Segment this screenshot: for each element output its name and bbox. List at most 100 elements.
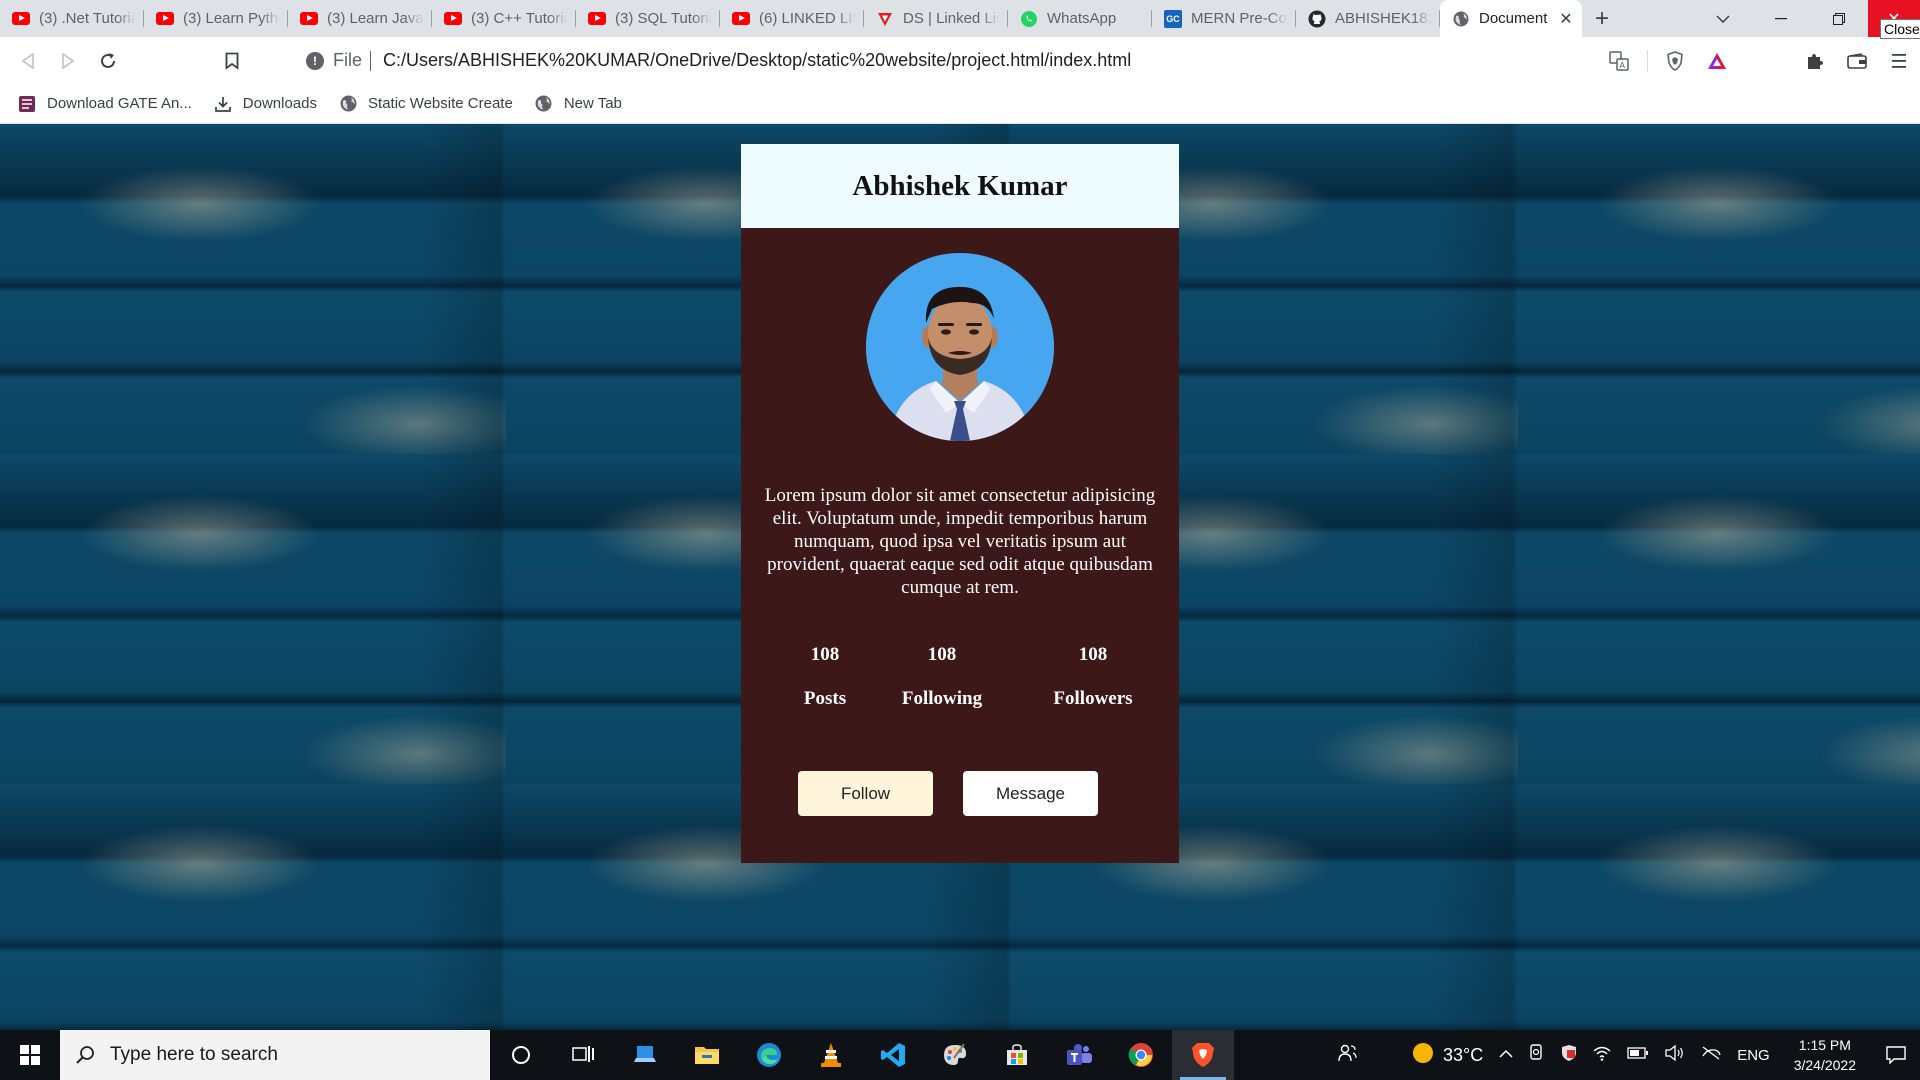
taskbar-app-store[interactable] <box>986 1030 1048 1080</box>
tab[interactable]: (3) C++ Tutoria <box>432 0 576 37</box>
weather-temperature[interactable]: 33°C <box>1443 1045 1491 1066</box>
browser-toolbar: ! File C:/Users/ABHISHEK%20KUMAR/OneDriv… <box>0 37 1920 84</box>
bookmark-page-button[interactable] <box>212 43 252 79</box>
search-icon <box>60 1045 110 1065</box>
bookmark-item[interactable]: Download GATE An... <box>18 95 192 113</box>
network-off-icon[interactable] <box>1693 1045 1729 1065</box>
clock-date: 3/24/2022 <box>1793 1057 1856 1073</box>
close-tab-icon[interactable]: ✕ <box>1558 9 1574 29</box>
shield-icon <box>1667 50 1683 71</box>
taskbar-app-vlc[interactable] <box>800 1030 862 1080</box>
menu-button[interactable] <box>1878 37 1920 84</box>
tab-search-button[interactable] <box>1694 0 1752 37</box>
profile-card-header: Abhishek Kumar <box>741 144 1179 228</box>
whatsapp-icon <box>1020 10 1038 28</box>
battery-icon[interactable] <box>1619 1046 1657 1064</box>
bookmark-label: Downloads <box>242 95 318 112</box>
stat-value: 108 <box>927 644 957 665</box>
profile-photo <box>866 253 1054 441</box>
youtube-icon <box>12 10 30 28</box>
language-indicator[interactable]: ENG <box>1729 1047 1778 1064</box>
extensions-button[interactable] <box>1794 37 1836 84</box>
address-divider <box>370 50 372 71</box>
tab[interactable]: ABHISHEK1810 <box>1296 0 1440 37</box>
address-bar[interactable]: ! File C:/Users/ABHISHEK%20KUMAR/OneDriv… <box>290 41 1600 80</box>
brave-rewards-button[interactable] <box>1696 37 1738 84</box>
cortana-button[interactable] <box>490 1030 552 1080</box>
taskbar-app-file-explorer[interactable] <box>676 1030 738 1080</box>
taskbar-app-paint[interactable] <box>924 1030 986 1080</box>
bookmark-item[interactable]: Downloads <box>214 95 317 113</box>
stat-followers: 108 Followers <box>1018 644 1168 710</box>
notifications-button[interactable] <box>1872 1046 1920 1064</box>
taskbar-app-teams[interactable] <box>1048 1030 1110 1080</box>
message-button[interactable]: Message <box>963 771 1098 816</box>
tab-title: WhatsApp <box>1047 10 1117 27</box>
notification-icon <box>1886 1046 1906 1064</box>
follow-button[interactable]: Follow <box>798 771 933 816</box>
tab[interactable]: WhatsApp <box>1008 0 1152 37</box>
url-text[interactable]: C:/Users/ABHISHEK%20KUMAR/OneDrive/Deskt… <box>383 50 1131 71</box>
taskbar-app-edge[interactable] <box>738 1030 800 1080</box>
people-icon[interactable] <box>1329 1044 1365 1067</box>
tab[interactable]: (3) .Net Tutoria <box>0 0 144 37</box>
tab[interactable]: (6) LINKED LIS <box>720 0 864 37</box>
clock[interactable]: 1:15 PM 3/24/2022 <box>1778 1035 1872 1075</box>
wifi-icon[interactable] <box>1585 1045 1619 1066</box>
chevron-up-icon[interactable] <box>1491 1046 1521 1064</box>
start-button[interactable] <box>0 1030 60 1080</box>
new-tab-button[interactable]: + <box>1582 0 1622 37</box>
tab-title: (3) .Net Tutoria <box>39 10 136 27</box>
bookmark-item[interactable]: Static Website Create <box>339 95 513 113</box>
tab-strip: (3) .Net Tutoria (3) Learn Pytho (3) Lea… <box>0 0 1920 37</box>
taskbar-search[interactable]: Type here to search <box>60 1030 490 1080</box>
paint-palette-icon <box>944 1043 967 1065</box>
weather-sun-icon[interactable] <box>1403 1041 1443 1070</box>
puzzle-icon <box>1808 53 1823 69</box>
laptop-app-icon <box>634 1046 656 1062</box>
bookmark-icon <box>225 52 239 70</box>
translate-button[interactable]: A <box>1598 37 1640 84</box>
store-bag-icon <box>1007 1044 1027 1065</box>
volume-icon[interactable] <box>1657 1044 1693 1066</box>
minimize-button[interactable] <box>1752 0 1810 37</box>
taskbar-app-azure-data[interactable] <box>614 1030 676 1080</box>
tab[interactable]: (3) Learn Java & <box>288 0 432 37</box>
bookmark-label: Download GATE An... <box>47 95 192 112</box>
taskbar-app-brave[interactable] <box>1172 1030 1234 1080</box>
security-shield-icon[interactable] <box>1553 1044 1585 1067</box>
wallet-button[interactable] <box>1836 37 1878 84</box>
windows-taskbar: Type here to search 33°C ENG 1:15 PM 3/2… <box>0 1030 1920 1080</box>
bookmark-item[interactable]: New Tab <box>535 95 622 113</box>
brave-lion-icon <box>1192 1043 1214 1067</box>
youtube-icon <box>588 10 606 28</box>
tab[interactable]: (3) Learn Pytho <box>144 0 288 37</box>
tab-active-document[interactable]: Document ✕ <box>1440 0 1582 37</box>
restore-button[interactable] <box>1810 0 1868 37</box>
task-view-button[interactable] <box>552 1030 614 1080</box>
info-icon[interactable]: ! <box>306 51 324 70</box>
hamburger-icon <box>1892 53 1906 68</box>
forward-button[interactable] <box>48 43 88 79</box>
book-icon <box>18 95 36 113</box>
youtube-icon <box>300 10 318 28</box>
taskbar-app-chrome[interactable] <box>1110 1030 1172 1080</box>
toolbar-right-icons: A <box>1598 37 1920 84</box>
brave-shields-button[interactable] <box>1654 37 1696 84</box>
tab[interactable]: GC MERN Pre-Cou <box>1152 0 1296 37</box>
reload-button[interactable] <box>88 43 128 79</box>
windows-logo-icon <box>20 1045 40 1065</box>
back-button[interactable] <box>8 43 48 79</box>
taskbar-app-vscode[interactable] <box>862 1030 924 1080</box>
tab[interactable]: (3) SQL Tutoria <box>576 0 720 37</box>
chevron-down-icon <box>1716 14 1730 23</box>
tab-title: Document <box>1479 10 1548 27</box>
youtube-icon <box>444 10 462 28</box>
stat-label: Following <box>901 688 983 709</box>
meet-now-icon[interactable] <box>1521 1043 1553 1067</box>
stat-value: 108 <box>1078 644 1108 665</box>
tab[interactable]: DS | Linked Lis <box>864 0 1008 37</box>
back-arrow-icon <box>21 52 34 69</box>
stat-following: 108 Following <box>867 644 1017 710</box>
toolbar-gap <box>1738 37 1794 84</box>
